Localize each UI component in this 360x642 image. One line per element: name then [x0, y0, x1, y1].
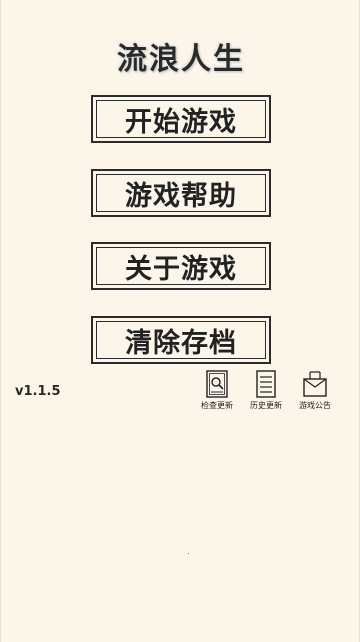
start-game-label: 开始游戏	[125, 106, 237, 138]
clear-save-button[interactable]: 清除存档	[91, 316, 271, 364]
game-notice-label: 游戏公告	[299, 401, 331, 410]
about-game-button[interactable]: 关于游戏	[91, 242, 271, 290]
check-update-button[interactable]: 检查更新	[195, 370, 239, 411]
game-notice-button[interactable]: 游戏公告	[293, 370, 337, 411]
game-help-button[interactable]: 游戏帮助	[91, 169, 271, 217]
about-game-label: 关于游戏	[125, 253, 237, 285]
version-label: v1.1.5	[15, 384, 61, 399]
history-update-button[interactable]: 历史更新	[244, 370, 288, 411]
game-title: 流浪人生	[117, 42, 245, 77]
magnifier-document-icon	[206, 370, 228, 398]
game-help-label: 游戏帮助	[125, 180, 237, 212]
start-game-button[interactable]: 开始游戏	[91, 95, 271, 143]
check-update-label: 检查更新	[201, 401, 233, 410]
clear-save-label: 清除存档	[125, 327, 237, 359]
decorative-dot	[188, 553, 189, 554]
history-update-label: 历史更新	[250, 401, 282, 410]
main-menu-screen: 流浪人生 开始游戏 游戏帮助 关于游戏 清除存档 v1.1.5 检查更新 历史更…	[0, 0, 360, 642]
document-lines-icon	[256, 370, 276, 398]
envelope-icon	[303, 371, 327, 397]
